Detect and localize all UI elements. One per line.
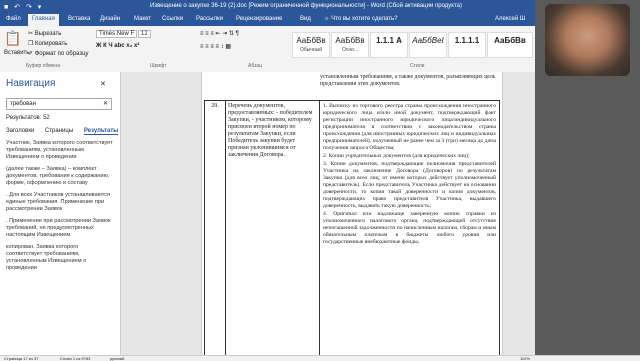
document-top-text: установленным требованиям, а также докум… [320, 74, 496, 87]
window-title: Извещение о закупке 36-19 (2).doc [Режим… [150, 3, 462, 9]
close-icon[interactable]: ✕ [100, 80, 106, 88]
result-item[interactable]: . Для всех Участников устанавливаются ед… [6, 192, 114, 213]
ribbon-home: 📋 Вставить ✂ Вырезать ❐ Копировать ✐ Фор… [0, 26, 535, 73]
page-indicator[interactable]: Страница 17 из 37 [4, 356, 38, 361]
result-item[interactable]: Участник, Заявка которого соответствует … [6, 140, 114, 161]
tab-design[interactable]: Дизайн [100, 16, 120, 22]
font-name-select[interactable]: Times New F [96, 30, 138, 38]
paste-icon[interactable]: 📋 [4, 30, 21, 47]
align-buttons[interactable]: ≡ ≡ ≡ ≡ ↕ ▦ [200, 43, 231, 50]
results-count: Результатов: 52 [6, 115, 50, 121]
font-size-select[interactable]: 12 [138, 30, 151, 38]
document-area[interactable]: установленным требованиям, а также докум… [121, 72, 535, 355]
navigation-tabs: Заголовки Страницы Результаты [6, 128, 127, 135]
tab-pages[interactable]: Страницы [45, 128, 73, 134]
webcam-overlay [535, 0, 640, 355]
webcam-image [545, 4, 630, 76]
quick-access-toolbar[interactable]: ■ ↶ ↷ ▾ [4, 3, 43, 11]
result-item[interactable]: копирован. Заявка которого соответствует… [6, 244, 114, 272]
styles-group-label: Стили [410, 63, 425, 69]
zoom-level[interactable]: 110% [520, 356, 530, 361]
right-cell: 1. Выписку из торгового реестра страны п… [320, 101, 499, 355]
copy-icon: ❐ [28, 41, 36, 47]
paragraph: 1. Выписку из торгового реестра страны п… [323, 103, 496, 151]
cut-button[interactable]: ✂ Вырезать [28, 30, 61, 37]
style-heading-1[interactable]: 1.1.1 А [370, 32, 408, 58]
tab-results[interactable]: Результаты [83, 128, 119, 135]
language-indicator[interactable]: русский [110, 356, 124, 361]
tab-view[interactable]: Вид [300, 16, 311, 22]
paragraph: 3. Копии документов, подтверждающие полн… [323, 161, 496, 209]
left-cell: Перечень документов, предоставляемых: - … [225, 101, 320, 355]
tab-layout[interactable]: Макет [134, 16, 151, 22]
result-item[interactable]: . Применение при рассмотрении Заявок тре… [6, 218, 114, 239]
clipboard-group-label: Буфер обмена [26, 63, 60, 69]
user-name[interactable]: Алексей Ш [495, 16, 525, 22]
document-table: 29. Перечень документов, предоставляемых… [204, 100, 500, 355]
style-heading-4[interactable]: АаБбВв [487, 32, 533, 58]
style-heading-3[interactable]: 1.1.1.1 [448, 32, 486, 58]
clear-search-icon[interactable]: ✕ [103, 100, 108, 107]
status-bar: Страница 17 из 37 Слово 1 из 9783 русски… [0, 355, 640, 361]
tab-file[interactable]: Файл [6, 16, 21, 22]
paste-button[interactable]: Вставить [4, 50, 29, 56]
navigation-search-input[interactable]: требован ✕ [6, 98, 112, 110]
copy-button[interactable]: ❐ Копировать [28, 40, 67, 47]
tell-me-box[interactable]: ☼ Что вы хотите сделать? [324, 16, 398, 22]
tab-review[interactable]: Рецензирование [236, 16, 282, 22]
result-item[interactable]: (далее также – Заявка) – комплект докуме… [6, 166, 114, 187]
format-painter-button[interactable]: ✐ Формат по образцу [28, 50, 89, 57]
brush-icon: ✐ [28, 51, 35, 57]
tab-insert[interactable]: Вставка [68, 16, 90, 22]
row-number: 29. [205, 101, 226, 355]
tab-home[interactable]: Главная [28, 14, 59, 26]
paragraph: 2. Копии учредительных документов (для ю… [323, 153, 470, 159]
tab-references[interactable]: Ссылки [162, 16, 183, 22]
list-buttons[interactable]: ≡ ≡ ≡ ⇤ ⇥ ⇅ ¶ [200, 30, 239, 37]
title-bar: ■ ↶ ↷ ▾ Извещение о закупке 36-19 (2).do… [0, 0, 535, 14]
style-heading-2[interactable]: АаБбВеІ [409, 32, 447, 58]
paragraph: 4. Оригинал или надлежаще заверенную коп… [323, 211, 496, 245]
tab-headings[interactable]: Заголовки [6, 128, 34, 134]
style-normal[interactable]: АаБбВв Обычный [292, 32, 330, 58]
navigation-pane: Навигация ✕ требован ✕ Результатов: 52 З… [0, 72, 121, 355]
results-list: Участник, Заявка которого соответствует … [6, 140, 114, 277]
style-basic[interactable]: АаБбВв Осно... [331, 32, 369, 58]
navigation-title: Навигация [6, 78, 56, 89]
font-formatting-buttons[interactable]: Ж К Ч abc x₂ x² [96, 43, 139, 49]
tab-mailings[interactable]: Рассылки [196, 16, 223, 22]
font-group-label: Шрифт [150, 63, 167, 69]
word-count[interactable]: Слово 1 из 9783 [60, 356, 90, 361]
ribbon-tabs: Файл Главная Вставка Дизайн Макет Ссылки… [0, 14, 535, 26]
scissors-icon: ✂ [28, 31, 35, 37]
document-page[interactable]: установленным требованиям, а также докум… [201, 72, 503, 355]
paragraph-group-label: Абзац [248, 63, 263, 69]
